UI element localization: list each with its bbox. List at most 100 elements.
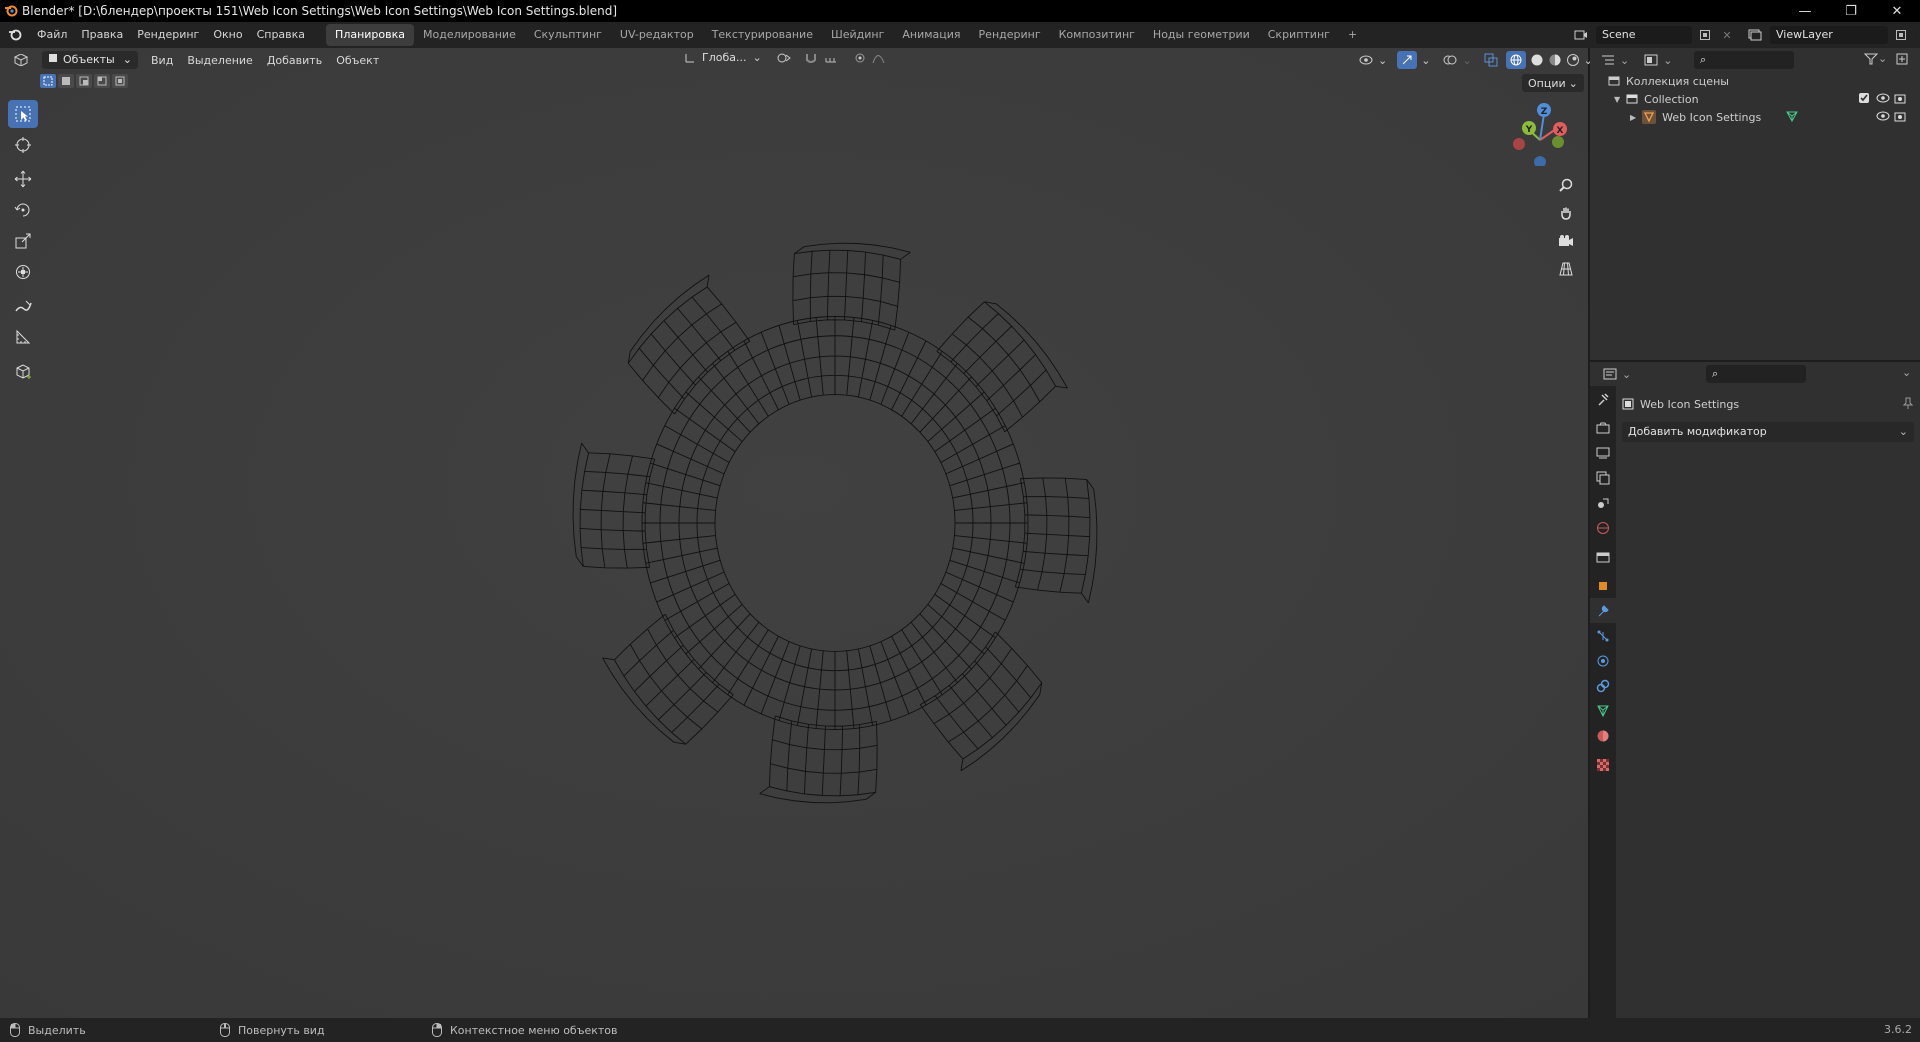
- scene-selector-icon[interactable]: [1570, 29, 1592, 41]
- collection-row[interactable]: ▼ Collection: [1614, 90, 1914, 108]
- output-tab-icon[interactable]: [1590, 440, 1616, 465]
- new-scene-icon[interactable]: [1696, 29, 1714, 41]
- gear-tooth-edge: [580, 508, 646, 514]
- object-icon: [1622, 398, 1634, 410]
- view-layer-icon[interactable]: [1744, 29, 1766, 41]
- title-bar: Blender* [D:\блендер\проекты 151\Web Ico…: [0, 0, 1920, 22]
- expand-arrow-icon[interactable]: ▼: [1614, 95, 1620, 104]
- texture-tab-icon[interactable]: [1590, 752, 1616, 777]
- tab-shading[interactable]: Шейдинг: [822, 24, 893, 46]
- scene-tab-icon[interactable]: [1590, 490, 1616, 515]
- gear-radial-edge: [743, 340, 779, 410]
- gear-tooth-edge: [768, 715, 776, 787]
- view-layer-tab-icon[interactable]: [1590, 465, 1616, 490]
- properties-editor-type-icon[interactable]: [1598, 368, 1622, 380]
- gear-tooth-edge: [706, 275, 710, 288]
- tab-compositing[interactable]: Композитинг: [1050, 24, 1144, 46]
- gear-tooth-edge: [634, 644, 684, 692]
- gear-tooth-edge: [839, 726, 844, 796]
- gear-radial-edge: [778, 325, 801, 401]
- close-window-button[interactable]: ✕: [1874, 0, 1920, 22]
- tab-scripting[interactable]: Скриптинг: [1259, 24, 1339, 46]
- add-modifier-dropdown[interactable]: Добавить модификатор ⌄: [1622, 422, 1914, 442]
- gear-tooth-edge: [614, 613, 666, 661]
- gear-tooth-edge: [1055, 385, 1068, 389]
- menu-edit[interactable]: Правка: [74, 22, 130, 48]
- restore-button[interactable]: ❐: [1828, 0, 1874, 22]
- world-tab-icon[interactable]: [1590, 515, 1616, 540]
- object-row[interactable]: ▶ Web Icon Settings: [1630, 108, 1914, 126]
- filter-icon[interactable]: [1864, 53, 1878, 65]
- gear-tooth-edge: [759, 786, 770, 795]
- tab-rendering[interactable]: Рендеринг: [970, 24, 1050, 46]
- blender-menu-icon[interactable]: [0, 28, 30, 42]
- display-mode-icon[interactable]: [1639, 54, 1663, 66]
- status-context-label: Контекстное меню объектов: [450, 1023, 618, 1037]
- camera-render-icon[interactable]: [1894, 92, 1908, 107]
- gear-tooth-edge: [844, 250, 849, 320]
- particles-tab-icon[interactable]: [1590, 623, 1616, 648]
- eye-icon[interactable]: [1876, 110, 1890, 125]
- mouse-middle-icon: [220, 1023, 230, 1037]
- status-select-label: Выделить: [28, 1023, 86, 1037]
- menu-window[interactable]: Окно: [206, 22, 249, 48]
- gear-radial-edge: [891, 340, 927, 410]
- gear-radial-edge: [712, 621, 760, 683]
- chevron-down-icon: ⌄: [1620, 53, 1630, 67]
- view-layer-field[interactable]: ViewLayer: [1770, 26, 1888, 44]
- gear-tooth: [627, 274, 751, 415]
- modifier-tab-icon[interactable]: [1590, 598, 1616, 623]
- gear-radial-edge: [685, 391, 743, 442]
- eye-icon[interactable]: [1876, 92, 1890, 107]
- gear-radial-edge: [727, 629, 769, 695]
- search-icon: ⌕: [1712, 367, 1719, 380]
- tab-sculpting[interactable]: Скульптинг: [525, 24, 611, 46]
- gear-tooth-edge: [627, 362, 675, 415]
- properties-search-field[interactable]: ⌕: [1706, 365, 1806, 383]
- outliner-editor-type-icon[interactable]: [1596, 54, 1620, 66]
- constraints-tab-icon[interactable]: [1590, 673, 1616, 698]
- menu-file[interactable]: Файл: [30, 22, 74, 48]
- menu-help[interactable]: Справка: [250, 22, 312, 48]
- checkbox-icon[interactable]: [1858, 92, 1870, 107]
- minimize-button[interactable]: —: [1782, 0, 1828, 22]
- object-tab-icon[interactable]: [1590, 573, 1616, 598]
- gear-radial-edge: [674, 593, 736, 639]
- pin-icon[interactable]: [1902, 397, 1914, 412]
- menu-render[interactable]: Рендеринг: [130, 22, 206, 48]
- gear-radial-edge: [698, 376, 751, 433]
- gear-tooth-edge: [1014, 478, 1026, 588]
- tab-geometry-nodes[interactable]: Ноды геометрии: [1144, 24, 1259, 46]
- gear-radial-edge: [927, 391, 985, 442]
- tab-animation[interactable]: Анимация: [893, 24, 969, 46]
- camera-render-icon[interactable]: [1894, 110, 1908, 125]
- mesh-data-tab-icon[interactable]: [1590, 698, 1616, 723]
- expand-arrow-icon[interactable]: ▶: [1630, 113, 1636, 122]
- new-view-layer-icon[interactable]: [1892, 29, 1910, 41]
- gear-tooth-edge: [580, 528, 646, 532]
- scene-collection-row[interactable]: Коллекция сцены: [1608, 72, 1729, 90]
- status-rotate-hint: Повернуть вид: [220, 1023, 325, 1037]
- tool-tab-icon[interactable]: [1590, 386, 1616, 411]
- gear-radial-edge: [901, 629, 943, 695]
- material-tab-icon[interactable]: [1590, 723, 1616, 748]
- add-workspace-button[interactable]: +: [1339, 24, 1366, 46]
- mesh-data-icon[interactable]: [1785, 110, 1799, 125]
- physics-tab-icon[interactable]: [1590, 648, 1616, 673]
- tab-modeling[interactable]: Моделирование: [414, 24, 525, 46]
- render-tab-icon[interactable]: [1590, 415, 1616, 440]
- new-collection-icon[interactable]: [1896, 53, 1910, 65]
- collection-tab-icon[interactable]: [1590, 544, 1616, 569]
- scene-name-field[interactable]: Scene: [1596, 26, 1692, 44]
- delete-scene-icon[interactable]: ✕: [1718, 29, 1736, 42]
- gear-wire-group: [572, 242, 1098, 804]
- outliner-search-field[interactable]: ⌕: [1694, 51, 1794, 69]
- tab-texture-paint[interactable]: Текстурирование: [703, 24, 822, 46]
- tab-uv-editing[interactable]: UV-редактор: [611, 24, 703, 46]
- tab-layout[interactable]: Планировка: [326, 24, 415, 46]
- 3d-viewport[interactable]: Объекты ⌄ Вид Выделение Добавить Объект …: [0, 48, 1593, 1018]
- gear-radial-edge: [901, 351, 943, 417]
- gear-radial-edge: [940, 425, 1006, 463]
- gear-wireframe-mesh[interactable]: [0, 48, 1588, 1018]
- delete-view-layer-icon[interactable]: ✕: [1914, 29, 1920, 42]
